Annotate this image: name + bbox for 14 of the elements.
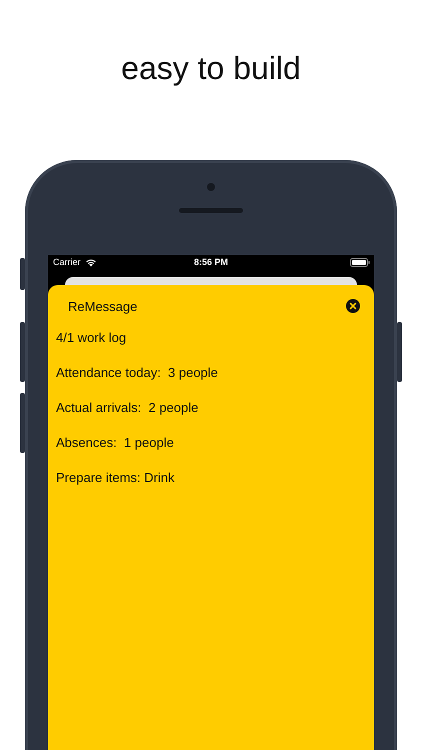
- carrier-label: Carrier: [53, 257, 81, 267]
- message-line: Attendance today: 3 people: [56, 364, 219, 382]
- speaker: [179, 208, 243, 213]
- headline: easy to build: [120, 49, 302, 88]
- card-title: ReMessage: [68, 298, 138, 314]
- message-line: Actual arrivals: 2 people: [56, 399, 200, 417]
- message-line: 4/1 work log: [56, 329, 128, 347]
- message-line: Absences: 1 people: [56, 434, 175, 452]
- wifi-icon: [84, 258, 97, 266]
- battery-icon: [350, 258, 370, 266]
- clock: 8:56 PM: [194, 257, 228, 267]
- camera: [207, 183, 215, 191]
- message-line: Prepare items: Drink: [56, 469, 176, 487]
- close-icon[interactable]: [346, 299, 360, 313]
